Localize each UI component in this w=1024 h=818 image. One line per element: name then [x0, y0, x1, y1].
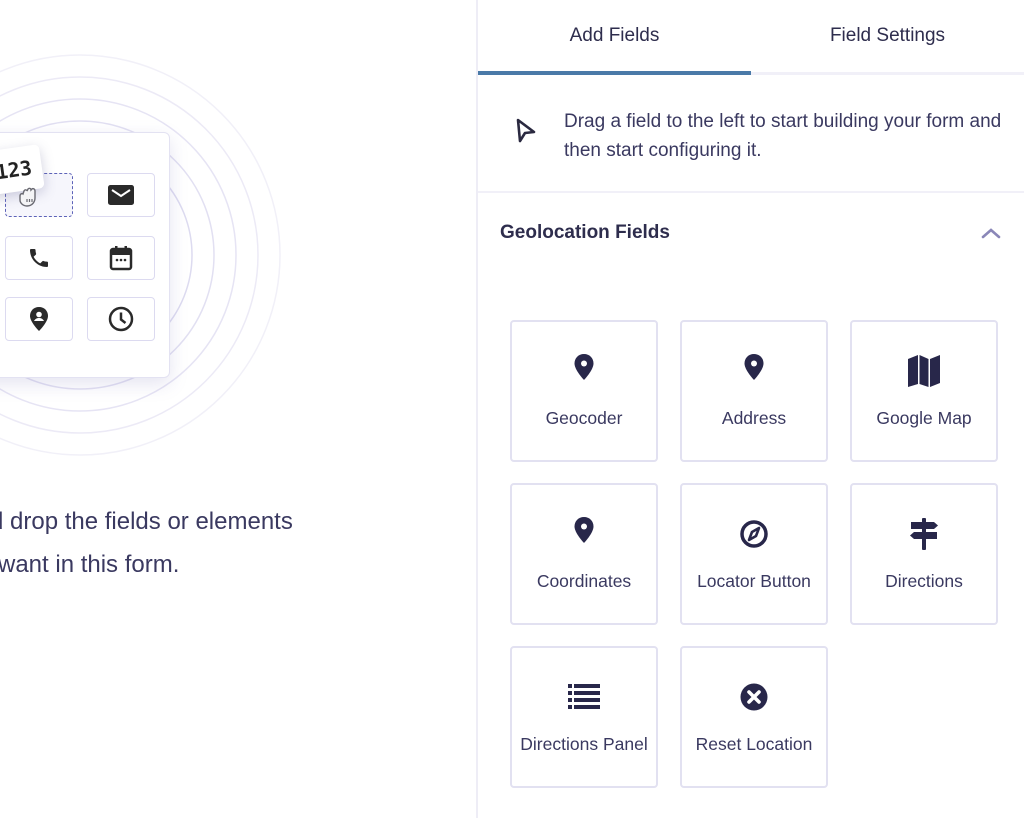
tab-field-settings[interactable]: Field Settings [751, 0, 1024, 72]
chevron-up-icon[interactable] [980, 226, 1002, 240]
field-reset-location[interactable]: Reset Location [680, 646, 828, 788]
clock-icon [108, 306, 134, 332]
instructions-text: Drag a field to the left to start buildi… [564, 111, 1002, 161]
map-pin-icon [574, 517, 594, 543]
field-geocoder[interactable]: Geocoder [510, 320, 658, 462]
location-person-icon [30, 307, 48, 331]
field-label: Coordinates [536, 571, 632, 591]
field-label: Reset Location [695, 734, 813, 754]
field-directions[interactable]: Directions [850, 483, 998, 625]
list-icon [568, 684, 600, 709]
mini-phone-field [5, 236, 73, 280]
calendar-icon [109, 246, 133, 271]
field-coordinates[interactable]: Coordinates [510, 483, 658, 625]
map-icon [908, 355, 940, 387]
panel-tabs: Add Fields Field Settings [478, 0, 1024, 75]
field-google-map[interactable]: Google Map [850, 320, 998, 462]
field-label: Address [721, 408, 787, 428]
mini-email-field [87, 173, 155, 217]
tab-label: Field Settings [829, 25, 946, 46]
field-directions-panel[interactable]: Directions Panel [510, 646, 658, 788]
mini-time-field [87, 297, 155, 341]
field-label: Geocoder [545, 408, 623, 428]
map-pin-icon [574, 354, 594, 380]
field-address[interactable]: Address [680, 320, 828, 462]
form-canvas[interactable]: 123 d drop the fields or elements want i… [0, 0, 476, 818]
cursor-arrow-icon [516, 118, 536, 143]
mini-location-field [5, 297, 73, 341]
canvas-hint-text: d drop the fields or elements want in th… [0, 500, 370, 586]
email-icon [108, 185, 134, 205]
mini-date-field [87, 236, 155, 280]
hint-line: want in this form. [0, 551, 180, 578]
geolocation-fields-grid: Geocoder Address Google Map Coordinates [478, 273, 1024, 788]
close-circle-icon [740, 683, 768, 711]
field-label: Directions [885, 571, 963, 591]
field-label: Locator Button [697, 571, 811, 591]
field-locator-button[interactable]: Locator Button [680, 483, 828, 625]
number-chip-label: 123 [0, 155, 34, 185]
tab-label: Add Fields [569, 25, 660, 46]
drag-instructions: Drag a field to the left to start buildi… [478, 75, 1024, 193]
compass-icon [740, 520, 768, 548]
signpost-icon [910, 518, 938, 550]
field-label: Directions Panel [520, 734, 648, 754]
phone-icon [30, 249, 48, 267]
hint-line: d drop the fields or elements [0, 508, 293, 535]
fields-panel: Add Fields Field Settings Drag a field t… [476, 0, 1024, 818]
section-title: Geolocation Fields [500, 222, 670, 243]
section-header-geolocation[interactable]: Geolocation Fields [478, 193, 1024, 273]
map-pin-icon [744, 354, 764, 380]
grab-hand-icon [19, 187, 36, 207]
field-label: Google Map [876, 408, 972, 428]
tab-add-fields[interactable]: Add Fields [478, 0, 751, 75]
